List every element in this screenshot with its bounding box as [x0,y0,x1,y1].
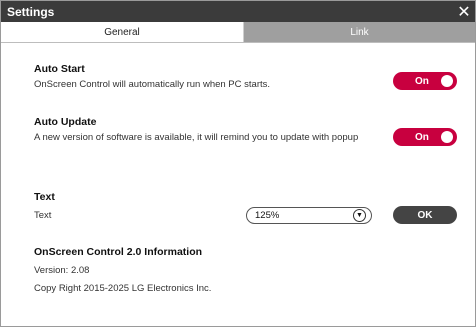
chevron-down-icon: ▼ [353,209,366,222]
auto-update-description: A new version of software is available, … [34,132,359,143]
text-size-select[interactable]: 125% ▼ [246,207,372,224]
auto-update-section: Auto Update A new version of software is… [34,116,370,144]
window-title: Settings [7,4,55,19]
settings-window: Settings ✕ General Link Auto Start OnScr… [0,0,476,327]
ok-button[interactable]: OK [393,206,457,224]
text-heading: Text [34,191,55,203]
tab-bar: General Link [1,22,475,43]
toggle-knob [441,75,453,87]
auto-start-toggle[interactable]: On [393,72,457,90]
auto-start-toggle-label: On [415,75,429,87]
auto-update-toggle[interactable]: On [393,128,457,146]
auto-update-toggle-label: On [415,131,429,143]
copyright-text: Copy Right 2015-2025 LG Electronics Inc. [34,283,212,294]
info-heading: OnScreen Control 2.0 Information [34,246,203,258]
version-text: Version: 2.08 [34,265,90,276]
toggle-knob [441,131,453,143]
tab-link[interactable]: Link [244,22,475,42]
close-icon[interactable]: ✕ [453,1,475,22]
tab-general[interactable]: General [1,22,244,42]
auto-update-heading: Auto Update [34,116,97,128]
info-section: OnScreen Control 2.0 Information Version… [34,246,475,295]
title-bar: Settings ✕ [1,1,475,22]
text-size-value: 125% [255,210,280,221]
